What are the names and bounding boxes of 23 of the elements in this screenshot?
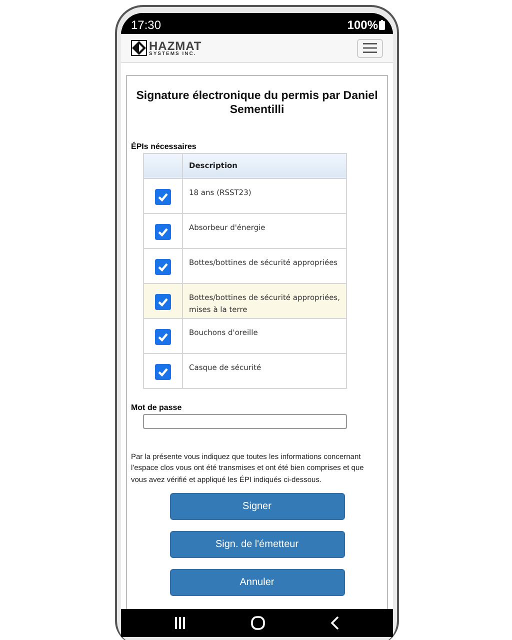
password-label: Mot de passe	[131, 402, 183, 412]
status-time: 17:30	[131, 18, 162, 32]
checkbox[interactable]	[155, 328, 171, 345]
action-button[interactable]: Sign. de l'émetteur	[170, 531, 344, 558]
recent-apps-icon[interactable]	[174, 617, 186, 629]
logo-title: HAZMAT	[149, 40, 202, 52]
password-field[interactable]	[143, 414, 347, 429]
checkbox[interactable]	[155, 258, 171, 275]
page-title: Signature électronique du permis par Daniel Sementilli	[135, 90, 379, 118]
menu-button[interactable]	[357, 38, 383, 58]
checkbox[interactable]	[155, 294, 171, 310]
checkbox[interactable]	[155, 188, 171, 205]
checkbox[interactable]	[155, 224, 171, 240]
logo-icon	[131, 40, 147, 56]
battery-icon	[379, 20, 385, 30]
menu-icon	[363, 43, 377, 53]
home-icon[interactable]	[250, 616, 265, 630]
battery-level: 100%	[347, 18, 378, 32]
action-button[interactable]: Signer	[170, 493, 344, 520]
checkbox[interactable]	[155, 364, 171, 380]
section-label: ÉPIs nécessaires	[131, 142, 198, 151]
action-button[interactable]: Annuler	[170, 569, 344, 596]
back-icon[interactable]	[330, 616, 340, 630]
